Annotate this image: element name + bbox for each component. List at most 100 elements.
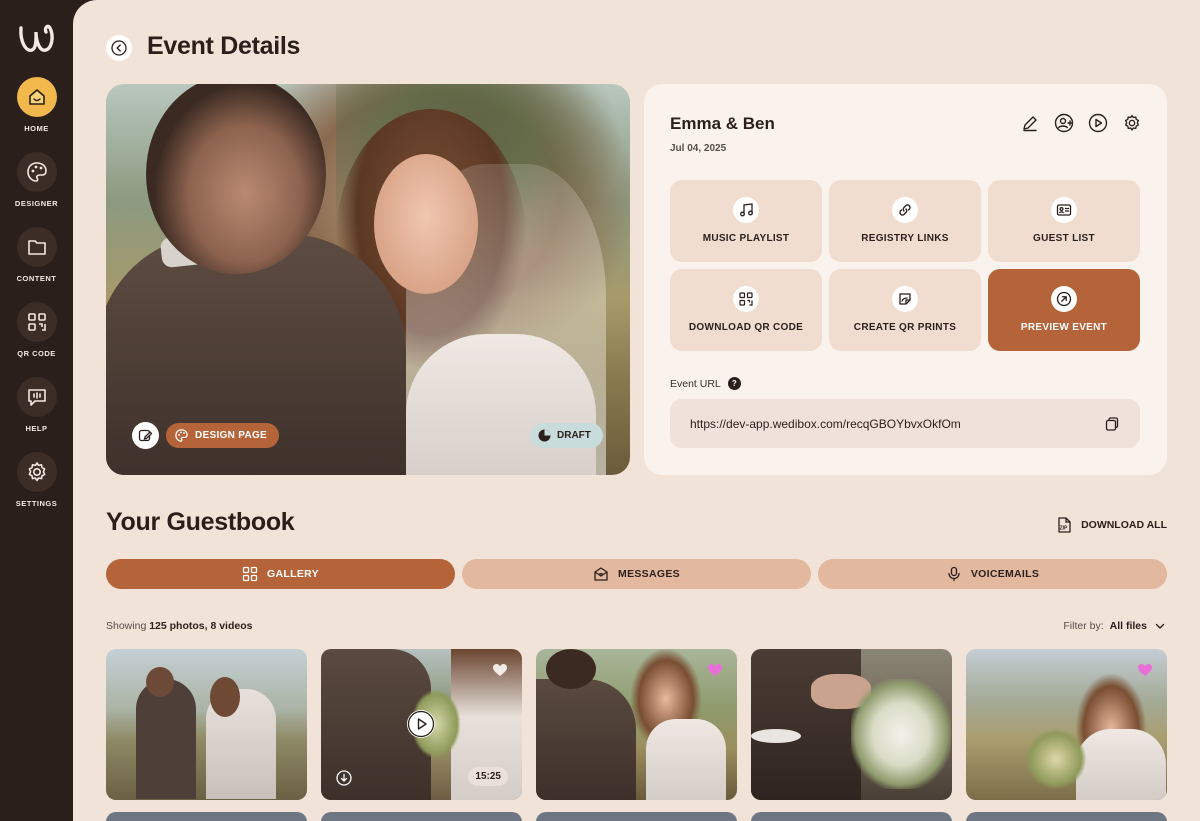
tile-label: CREATE QR PRINTS <box>853 322 957 333</box>
gallery-item[interactable] <box>536 649 737 800</box>
link-icon <box>892 197 918 223</box>
event-date: Jul 04, 2025 <box>670 143 727 154</box>
gear-icon <box>16 452 57 492</box>
tile-label: REGISTRY LINKS <box>861 233 949 244</box>
tab-gallery[interactable]: GALLERY <box>106 559 455 589</box>
wedibox-logo[interactable] <box>18 22 56 54</box>
showing-prefix: Showing <box>106 620 147 632</box>
sidebar-item-label: DESIGNER <box>14 199 59 208</box>
back-button[interactable] <box>106 35 132 61</box>
tab-voicemails[interactable]: VOICEMAILS <box>818 559 1167 589</box>
home-icon <box>16 77 57 117</box>
copy-icon[interactable] <box>1104 416 1120 432</box>
sidebar: HOME DESIGNER CONTENT QR CODE HELP SETTI… <box>0 0 73 821</box>
edit-icon <box>1023 116 1037 132</box>
preview-event-button[interactable]: PREVIEW EVENT <box>988 269 1140 351</box>
heart-liked-icon[interactable] <box>707 663 723 677</box>
edit-button[interactable] <box>1019 112 1041 134</box>
chat-help-icon <box>16 377 57 417</box>
help-icon[interactable]: ? <box>727 377 741 390</box>
filter-value: All files <box>1109 620 1147 632</box>
event-name: Emma & Ben <box>670 114 775 133</box>
status-label: DRAFT <box>557 430 591 441</box>
palette-icon <box>16 152 57 192</box>
tab-label: MESSAGES <box>618 568 680 580</box>
showing-count: 125 photos, 8 videos <box>149 620 253 632</box>
guest-list-button[interactable]: GUEST LIST <box>988 180 1140 262</box>
create-qr-prints-button[interactable]: CREATE QR PRINTS <box>829 269 981 351</box>
heart-icon[interactable] <box>492 663 508 677</box>
sidebar-item-help[interactable]: HELP <box>0 377 73 447</box>
sidebar-item-label: QR CODE <box>17 349 56 358</box>
image-edit-icon <box>138 429 153 442</box>
music-playlist-button[interactable]: MUSIC PLAYLIST <box>670 180 822 262</box>
sticker-icon <box>892 286 918 312</box>
tab-label: GALLERY <box>267 568 319 580</box>
gallery-item-partial[interactable] <box>106 812 307 821</box>
gallery-item-video[interactable]: 15:25 <box>321 649 522 800</box>
arrow-up-right-icon <box>1051 286 1077 312</box>
sidebar-item-settings[interactable]: SETTINGS <box>0 452 73 522</box>
gallery-item-partial[interactable] <box>536 812 737 821</box>
sidebar-item-qr-code[interactable]: QR CODE <box>0 302 73 372</box>
tab-label: VOICEMAILS <box>970 568 1040 580</box>
zip-file-icon: ZIP <box>1058 517 1071 533</box>
download-icon[interactable] <box>336 770 352 786</box>
video-duration: 15:25 <box>468 767 508 786</box>
gallery-item-partial[interactable] <box>966 812 1167 821</box>
tile-label: GUEST LIST <box>1033 233 1095 244</box>
page-title: Event Details <box>147 32 301 60</box>
grid-icon <box>242 566 258 582</box>
gallery-item[interactable] <box>751 649 952 800</box>
gallery-item[interactable] <box>106 649 307 800</box>
design-page-button[interactable]: DESIGN PAGE <box>166 423 280 448</box>
gallery-item-partial[interactable] <box>321 812 522 821</box>
folder-icon <box>16 227 57 267</box>
sidebar-item-content[interactable]: CONTENT <box>0 227 73 297</box>
registry-links-button[interactable]: REGISTRY LINKS <box>829 180 981 262</box>
status-badge: DRAFT <box>530 423 603 448</box>
sidebar-item-designer[interactable]: DESIGNER <box>0 152 73 222</box>
tab-messages[interactable]: MESSAGES <box>462 559 811 589</box>
tile-label: MUSIC PLAYLIST <box>702 233 790 244</box>
gallery-item-partial[interactable] <box>751 812 952 821</box>
gear-icon <box>1125 114 1139 131</box>
chevron-down-icon <box>1155 623 1165 629</box>
design-page-label: DESIGN PAGE <box>195 430 268 441</box>
filter-label: Filter by: <box>1063 620 1104 632</box>
chevron-left-icon <box>111 40 127 56</box>
download-qr-code-button[interactable]: DOWNLOAD QR CODE <box>670 269 822 351</box>
event-url-text[interactable]: https://dev-app.wedibox.com/recqGBOYbvxO… <box>690 417 961 431</box>
event-url-field[interactable]: https://dev-app.wedibox.com/recqGBOYbvxO… <box>670 399 1140 448</box>
sidebar-item-label: HOME <box>24 124 49 133</box>
play-icon[interactable] <box>407 710 435 738</box>
sidebar-item-label: SETTINGS <box>15 499 58 508</box>
edit-cover-button[interactable] <box>132 422 159 449</box>
event-cover-photo: DESIGN PAGE DRAFT <box>106 84 630 475</box>
gallery-item[interactable] <box>966 649 1167 800</box>
guestbook-tabs: GALLERY MESSAGES VOICEMAILS <box>106 559 1167 589</box>
event-settings-button[interactable] <box>1121 112 1143 134</box>
sidebar-item-label: HELP <box>25 424 48 433</box>
guestbook-title: Your Guestbook <box>106 508 295 536</box>
envelope-heart-icon <box>594 567 608 581</box>
microphone-icon <box>948 566 960 582</box>
url-label-text: Event URL <box>670 377 721 390</box>
download-all-label: DOWNLOAD ALL <box>1081 519 1167 531</box>
palette-icon <box>175 429 188 442</box>
main-panel: Event Details DESIGN PAGE DRAFT Emma & B… <box>73 0 1200 821</box>
heart-liked-icon[interactable] <box>1137 663 1153 677</box>
id-card-icon <box>1051 197 1077 223</box>
qr-code-icon <box>733 286 759 312</box>
results-count: Showing 125 photos, 8 videos <box>106 620 253 632</box>
add-user-button[interactable] <box>1053 112 1075 134</box>
sidebar-item-home[interactable]: HOME <box>0 77 73 147</box>
tile-label: PREVIEW EVENT <box>1020 322 1108 333</box>
qr-code-icon <box>16 302 57 342</box>
play-icon <box>1088 113 1108 133</box>
download-all-button[interactable]: ZIP DOWNLOAD ALL <box>1055 516 1167 534</box>
play-button[interactable] <box>1087 112 1109 134</box>
add-user-icon <box>1054 113 1074 133</box>
event-actions <box>1019 112 1143 134</box>
filter-dropdown[interactable]: Filter by: All files <box>1063 619 1167 633</box>
